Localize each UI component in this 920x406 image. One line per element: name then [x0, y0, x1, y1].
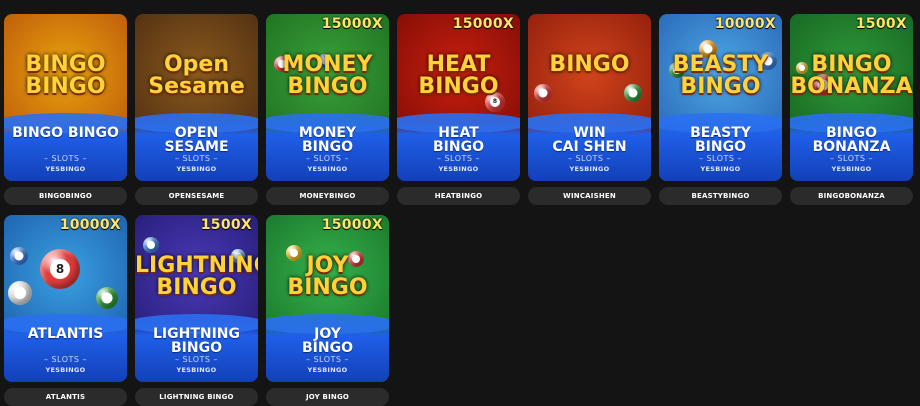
- game-thumbnail[interactable]: LIGHTNING BINGOLIGHTNING BINGO– SLOTS –Y…: [135, 215, 258, 382]
- game-category: – SLOTS –: [436, 154, 481, 163]
- game-logo: Open Sesame: [148, 52, 245, 99]
- game-thumbnail[interactable]: 8 BINGO BONANZA BINGO BONANZA – SLOTS – YESB…: [790, 14, 913, 181]
- game-thumbnail[interactable]: MONEY BINGO MONEY BINGO – SLOTS – YESBINGO 1…: [266, 14, 389, 181]
- game-title: LIGHTNING BINGO: [152, 326, 241, 356]
- game-provider: YESBINGO: [176, 165, 217, 173]
- game-logo: HEAT BINGO: [418, 52, 499, 99]
- game-thumbnail[interactable]: BINGO BINGO BINGO BINGO – SLOTS – YESBINGO: [4, 14, 127, 181]
- game-thumbnail[interactable]: 8 HEAT BINGO HEAT BINGO – SLOTS – YESBINGO 15…: [397, 14, 520, 181]
- game-card[interactable]: BEASTY BINGO BEASTY BINGO – SLOTS – YESBING…: [659, 14, 782, 205]
- game-thumbnail[interactable]: BEASTY BINGO BEASTY BINGO – SLOTS – YESBING…: [659, 14, 782, 181]
- game-card[interactable]: BINGO WIN CAI SHEN – SLOTS – YESBINGO WINCAI…: [528, 14, 651, 205]
- game-thumbnail[interactable]: BINGO WIN CAI SHEN – SLOTS – YESBINGO: [528, 14, 651, 181]
- game-category: – SLOTS –: [698, 154, 743, 163]
- game-category: – SLOTS –: [305, 355, 350, 364]
- bingo-ball-icon: [143, 237, 159, 253]
- game-category: – SLOTS –: [43, 154, 88, 163]
- game-logo: JOY BINGO: [287, 253, 368, 300]
- game-title: MONEY BINGO: [298, 125, 357, 155]
- game-name-label[interactable]: WINCAISHEN: [528, 187, 651, 205]
- multiplier-badge: 1500X: [200, 217, 252, 233]
- game-provider: YESBINGO: [176, 366, 217, 374]
- game-card[interactable]: MONEY BINGO MONEY BINGO – SLOTS – YESBINGO 1…: [266, 14, 389, 205]
- game-thumbnail[interactable]: JOY BINGO JOY BINGO – SLOTS – YESBINGO 15000…: [266, 215, 389, 382]
- game-name-label[interactable]: JOY BINGO: [266, 388, 389, 406]
- game-category: – SLOTS –: [174, 154, 219, 163]
- game-title: JOY BINGO: [302, 326, 353, 356]
- game-name-label[interactable]: MONEYBINGO: [266, 187, 389, 205]
- game-logo: LIGHTNING BINGO: [135, 253, 258, 300]
- game-provider: YESBINGO: [45, 165, 86, 173]
- game-logo: BINGO: [549, 52, 630, 77]
- game-grid: BINGO BINGO BINGO BINGO – SLOTS – YESBINGO B…: [4, 14, 913, 406]
- game-card[interactable]: 8 HEAT BINGO HEAT BINGO – SLOTS – YESBINGO 15…: [397, 14, 520, 205]
- game-logo: MONEY BINGO: [282, 52, 373, 99]
- game-name-label[interactable]: HEATBINGO: [397, 187, 520, 205]
- game-provider: YESBINGO: [700, 165, 741, 173]
- game-card[interactable]: 8 BINGO BONANZA BINGO BONANZA – SLOTS – YESB…: [790, 14, 913, 205]
- game-category: – SLOTS –: [829, 154, 874, 163]
- game-card[interactable]: 8 ATLANTIS – SLOTS – YESBINGO 10000X ATLANTIS: [4, 215, 127, 406]
- game-name-label[interactable]: BINGOBINGO: [4, 187, 127, 205]
- game-logo: BINGO BINGO: [25, 52, 106, 99]
- game-thumbnail[interactable]: Open Sesame OPEN SESAME – SLOTS – YESBINGO: [135, 14, 258, 181]
- game-title: BINGO BONANZA: [812, 125, 891, 155]
- game-provider: YESBINGO: [307, 165, 348, 173]
- multiplier-badge: 15000X: [321, 217, 383, 233]
- game-name-label[interactable]: ATLANTIS: [4, 388, 127, 406]
- bingo-ball-icon: [624, 84, 642, 102]
- game-title: WIN CAI SHEN: [552, 125, 627, 155]
- multiplier-badge: 15000X: [452, 16, 514, 32]
- game-provider: YESBINGO: [438, 165, 479, 173]
- game-card[interactable]: Open Sesame OPEN SESAME – SLOTS – YESBINGO O…: [135, 14, 258, 205]
- multiplier-badge: 15000X: [321, 16, 383, 32]
- game-title: OPEN SESAME: [164, 125, 229, 155]
- game-title: HEAT BINGO: [433, 125, 484, 155]
- bingo-ball-icon: [10, 247, 28, 265]
- game-name-label[interactable]: LIGHTNING BINGO: [135, 388, 258, 406]
- game-title: BEASTY BINGO: [690, 125, 751, 155]
- multiplier-badge: 10000X: [59, 217, 121, 233]
- multiplier-badge: 10000X: [714, 16, 776, 32]
- game-category: – SLOTS –: [174, 355, 219, 364]
- game-logo: BEASTY BINGO: [672, 52, 769, 99]
- game-card[interactable]: BINGO BINGO BINGO BINGO – SLOTS – YESBINGO B…: [4, 14, 127, 205]
- game-provider: YESBINGO: [307, 366, 348, 374]
- game-card[interactable]: LIGHTNING BINGOLIGHTNING BINGO– SLOTS –Y…: [135, 215, 258, 406]
- game-name-label[interactable]: OPENSESAME: [135, 187, 258, 205]
- game-category: – SLOTS –: [567, 154, 612, 163]
- game-title: ATLANTIS: [27, 326, 104, 342]
- game-logo: BINGO BONANZA: [790, 52, 913, 99]
- bingo-ball-icon: 8: [40, 249, 80, 289]
- bingo-ball-icon: [96, 287, 118, 309]
- game-thumbnail[interactable]: 8 ATLANTIS – SLOTS – YESBINGO 10000X: [4, 215, 127, 382]
- game-category: – SLOTS –: [305, 154, 350, 163]
- game-provider: YESBINGO: [569, 165, 610, 173]
- game-provider: YESBINGO: [831, 165, 872, 173]
- bingo-ball-icon: [8, 281, 32, 305]
- bingo-ball-icon: [534, 84, 552, 102]
- game-name-label[interactable]: BINGOBONANZA: [790, 187, 913, 205]
- game-card[interactable]: JOY BINGO JOY BINGO – SLOTS – YESBINGO 15000…: [266, 215, 389, 406]
- game-title: BINGO BINGO: [12, 125, 119, 141]
- game-name-label[interactable]: BEASTYBINGO: [659, 187, 782, 205]
- game-category: – SLOTS –: [43, 355, 88, 364]
- game-provider: YESBINGO: [45, 366, 86, 374]
- multiplier-badge: 1500X: [855, 16, 907, 32]
